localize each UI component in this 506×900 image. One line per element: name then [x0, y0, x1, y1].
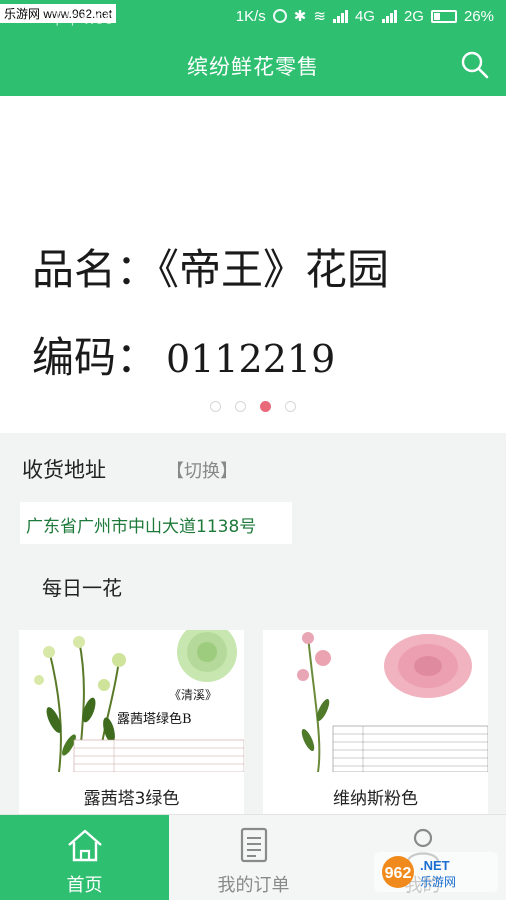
- product-name: 维纳斯粉色: [333, 789, 418, 809]
- tab-home[interactable]: 首页: [0, 815, 169, 900]
- address-value: 广东省广州市中山大道1138号: [26, 517, 257, 537]
- banner-code-label: 编码：: [32, 333, 159, 382]
- status-indicators: 1K/s ✱ ≋ 4G 2G 26%: [235, 7, 494, 26]
- daily-flower-heading: 每日一花: [42, 576, 122, 600]
- network-type-1: 4G: [354, 7, 375, 25]
- bluetooth-icon: ✱: [293, 8, 307, 25]
- banner-carousel[interactable]: 品名：《帝王》花园 编码： 0112219: [0, 96, 506, 433]
- product-image-subtitle: 露茜塔绿色B: [117, 712, 192, 727]
- app-header: 缤纷鲜花零售: [0, 34, 506, 96]
- banner-product-name: 品名：《帝王》花园: [32, 245, 390, 294]
- alarm-icon: [272, 9, 287, 23]
- signal-icon: [332, 9, 348, 23]
- carousel-dot-active[interactable]: [260, 401, 271, 412]
- carousel-dot[interactable]: [235, 401, 246, 412]
- home-icon: [67, 829, 102, 862]
- tab-orders[interactable]: 我的订单: [169, 815, 338, 900]
- wifi-icon: ≋: [313, 8, 326, 25]
- svg-text:962: 962: [385, 865, 412, 882]
- product-card[interactable]: 维纳斯粉色: [263, 630, 488, 814]
- product-name: 露茜塔3绿色: [83, 789, 180, 809]
- site-watermark-logo: 962 .NET 乐游网: [374, 852, 498, 892]
- battery-level: 26%: [463, 7, 494, 25]
- product-image: [263, 630, 488, 772]
- banner-code-value: 0112219: [166, 337, 336, 381]
- carousel-indicator: [0, 401, 506, 412]
- carousel-dot[interactable]: [285, 401, 296, 412]
- search-icon: [461, 51, 489, 79]
- battery-icon: [430, 9, 457, 23]
- status-time: 下午4:00: [50, 10, 114, 28]
- address-switch-button[interactable]: 【切换】: [166, 457, 238, 483]
- search-button[interactable]: [458, 48, 492, 82]
- product-image-caption: 《清溪》: [169, 688, 218, 702]
- carousel-dot[interactable]: [210, 401, 221, 412]
- signal-icon-2: [381, 9, 397, 23]
- network-type-2: 2G: [403, 7, 424, 25]
- address-label: 收货地址: [22, 458, 106, 482]
- address-field[interactable]: 广东省广州市中山大道1138号: [20, 502, 292, 544]
- svg-text:.NET: .NET: [420, 858, 450, 873]
- tab-orders-label: 我的订单: [217, 875, 290, 896]
- svg-text:乐游网: 乐游网: [420, 875, 456, 889]
- tab-home-label: 首页: [66, 875, 103, 896]
- product-card[interactable]: 《清溪》 露茜塔绿色B 露茜塔3绿色: [19, 630, 244, 814]
- order-list-icon: [240, 827, 267, 863]
- banner-product-code: 编码： 0112219: [32, 324, 335, 385]
- status-bar: 乐游网 www.962.net 下午4:00 1K/s ✱ ≋ 4G 2G 26…: [0, 0, 506, 34]
- page-title: 缤纷鲜花零售: [187, 55, 319, 79]
- network-speed: 1K/s: [235, 7, 266, 25]
